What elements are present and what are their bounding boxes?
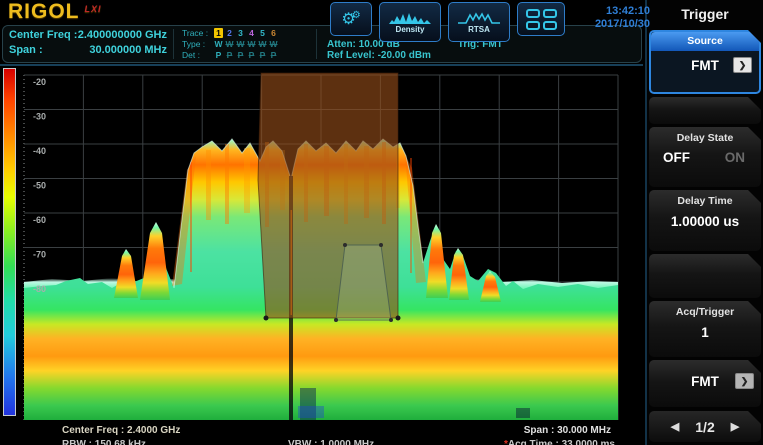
density-icon (389, 12, 431, 25)
trace-type: W (247, 39, 256, 49)
y-axis-label: -30 (33, 112, 46, 122)
softkey-label: Delay State (649, 127, 761, 144)
lxi-badge: LXI (85, 4, 102, 14)
softkey-value: FMT❯ (651, 51, 759, 73)
trace-type: W (214, 39, 223, 49)
spectrum-display: -20 -30 -40 -50 -60 -70 -80 (22, 70, 622, 420)
trace-section: Trace :123456 Type :WWWWWW Det :PPPPPP (174, 26, 316, 62)
softkey-value: 1 (649, 318, 761, 340)
rtsa-button[interactable]: RTSA (448, 2, 510, 42)
trace-4[interactable]: 4 (247, 28, 256, 38)
softkey-acq-trigger[interactable]: Acq/Trigger1 (649, 301, 761, 357)
trace-type: W (225, 39, 234, 49)
trace-detectors: PPPPPP (214, 50, 280, 60)
trace-type: W (236, 39, 245, 49)
trace-det: P (269, 50, 278, 60)
rigol-logo: RIGOL LXI (8, 0, 102, 24)
trace-3[interactable]: 3 (236, 28, 245, 38)
date-value: 2017/10/30 (578, 18, 650, 31)
ref-level-value: Ref Level: -20.00 dBm (327, 50, 635, 61)
page-next-icon[interactable]: ▶ (731, 420, 739, 433)
trace-type: W (258, 39, 267, 49)
softkey-value: 1.00000 us (649, 207, 761, 229)
page-indicator: 1/2 (695, 419, 714, 435)
y-axis-label: -70 (33, 250, 46, 260)
trace-det: P (236, 50, 245, 60)
softkey-value: FMT❯ (649, 360, 761, 389)
trace-label: Trace : (182, 28, 214, 38)
rtsa-label: RTSA (468, 25, 490, 35)
trace-det: P (247, 50, 256, 60)
y-axis-label: -40 (33, 146, 46, 156)
softkey-delay-time[interactable]: Delay Time1.00000 us (649, 190, 761, 251)
softkey-fmt[interactable]: FMT❯ (649, 360, 761, 407)
trace-det: P (225, 50, 234, 60)
amplitude-colorbar (3, 68, 16, 416)
trace-1[interactable]: 1 (214, 28, 223, 38)
menu-title: Trigger (647, 2, 763, 26)
center-freq-value: 2.400000000 GHz (78, 28, 167, 43)
trace-det: P (214, 50, 223, 60)
toolbar: ⚙⚙ Density RTSA 13:42:10 2017/10/30 (330, 2, 650, 42)
center-freq-label: Center Freq : (9, 28, 77, 43)
clock: 13:42:10 2017/10/30 (578, 2, 650, 31)
y-axis-label: -60 (33, 215, 46, 225)
spectrum-plot: -20 -30 -40 -50 -60 -70 -80 (22, 70, 622, 420)
toggle-off[interactable]: OFF (663, 150, 690, 165)
softkey-label: Acq/Trigger (649, 301, 761, 318)
det-label: Det : (182, 50, 214, 60)
status-bar: Center Freq : 2.4000 GHz Span : 30.000 M… (0, 420, 645, 445)
page-prev-icon[interactable]: ◀ (671, 420, 679, 433)
analyzer-screen: RIGOL LXI Center Freq :2.400000000 GHz Sp… (0, 0, 763, 445)
softkey-source[interactable]: SourceFMT❯ (649, 30, 761, 94)
type-label: Type : (182, 39, 214, 49)
span-value: 30.000000 MHz (89, 43, 167, 58)
y-axis-label: -50 (33, 181, 46, 191)
softkey-label: Source (651, 32, 759, 51)
trace-types: WWWWWW (214, 39, 280, 49)
status-acq-time: *Acq Time : 33.0000 ms (504, 439, 615, 445)
menu-pager[interactable]: ◀ 1/2 ▶ (649, 411, 761, 442)
status-rbw: RBW : 150.68 kHz (62, 439, 146, 445)
softkey-delay-state[interactable]: Delay State OFF ON (649, 127, 761, 187)
submenu-arrow-icon: ❯ (733, 57, 752, 73)
softkey-blank (649, 97, 761, 124)
trace-6[interactable]: 6 (269, 28, 278, 38)
settings-button[interactable]: ⚙⚙ (330, 2, 372, 36)
submenu-arrow-icon: ❯ (735, 373, 754, 389)
header-separator (0, 64, 643, 66)
time-value: 13:42:10 (578, 5, 650, 18)
y-axis-label: -80 (33, 284, 46, 294)
softkey-blank (649, 254, 761, 298)
status-span: Span : 30.000 MHz (524, 425, 611, 436)
gear-icon: ⚙⚙ (341, 9, 360, 29)
softkey-label: Delay Time (649, 190, 761, 207)
toggle-on[interactable]: ON (725, 150, 745, 165)
trace-det: P (258, 50, 267, 60)
brand-text: RIGOL (8, 0, 80, 23)
freq-section: Center Freq :2.400000000 GHz Span : 30.00… (3, 26, 173, 62)
trace-numbers[interactable]: 123456 (214, 28, 280, 38)
status-center-freq: Center Freq : 2.4000 GHz (62, 425, 180, 436)
trace-2[interactable]: 2 (225, 28, 234, 38)
window-layout-button[interactable] (517, 2, 565, 36)
status-vbw: VBW : 1.0000 MHz (288, 439, 374, 445)
trace-type: W (269, 39, 278, 49)
density-label: Density (396, 25, 425, 35)
span-label: Span : (9, 43, 43, 58)
softkey-menu: Trigger SourceFMT❯Delay StateOFFONDelay … (645, 0, 763, 445)
rtsa-icon (458, 12, 500, 25)
y-axis-label: -20 (33, 77, 46, 87)
density-button[interactable]: Density (379, 2, 441, 42)
layout-grid-icon (526, 9, 557, 30)
trace-5[interactable]: 5 (258, 28, 267, 38)
